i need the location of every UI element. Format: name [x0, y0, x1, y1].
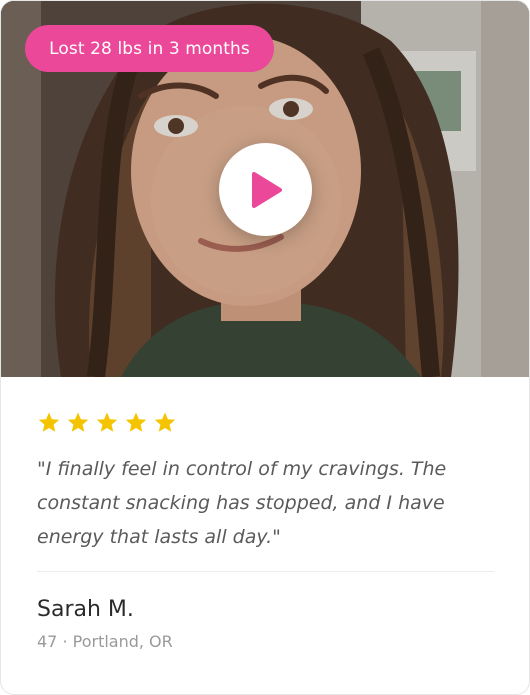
star-icon	[96, 412, 118, 432]
divider	[37, 571, 494, 572]
testimonial-quote: "I finally feel in control of my craving…	[37, 458, 447, 548]
play-button[interactable]	[219, 143, 312, 236]
play-icon	[251, 171, 282, 208]
testimonial-card: Lost 28 lbs in 3 months "I finally feel …	[0, 0, 530, 695]
star-icon	[38, 412, 60, 432]
video-thumbnail[interactable]: Lost 28 lbs in 3 months	[1, 1, 529, 377]
author-name: Sarah M.	[37, 597, 134, 622]
star-icon	[67, 412, 89, 432]
star-icon	[154, 412, 176, 432]
author-meta: 47 · Portland, OR	[37, 632, 173, 651]
star-icon	[125, 412, 147, 432]
rating-stars	[37, 411, 177, 435]
result-badge: Lost 28 lbs in 3 months	[25, 25, 274, 72]
